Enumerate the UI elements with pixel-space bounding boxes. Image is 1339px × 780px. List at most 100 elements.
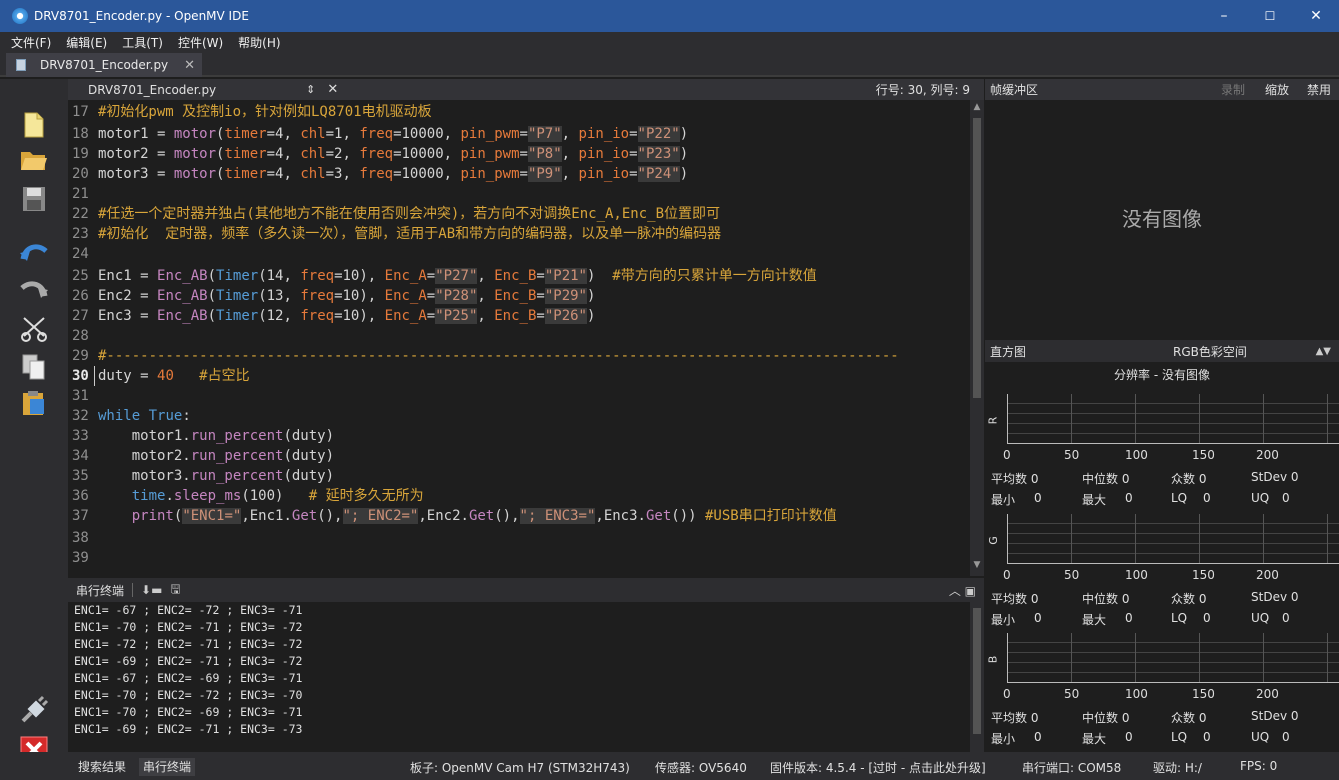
file-switch-arrows-icon[interactable]: ⇕	[306, 83, 315, 96]
stat-uq-label: UQ	[1251, 730, 1270, 744]
tab-serial-terminal[interactable]: 串行终端	[139, 758, 196, 776]
serial-terminal[interactable]: ENC1= -67 ; ENC2= -72 ; ENC3= -71 ENC1= …	[68, 602, 970, 752]
minimize-button[interactable]: –	[1201, 0, 1247, 32]
close-window-button[interactable]: ✕	[1293, 0, 1339, 32]
new-file-button[interactable]	[18, 109, 50, 141]
histogram-plot	[1007, 514, 1339, 564]
status-bar: 搜索结果 串行终端 板子: OpenMV Cam H7 (STM32H743) …	[0, 752, 1339, 780]
clear-terminal-icon[interactable]: ⬇▬	[141, 583, 162, 597]
editor-file-name[interactable]: DRV8701_Encoder.py	[88, 83, 216, 97]
terminal-header: 串行终端 ⬇▬ 🖫 ︿ ▣	[68, 578, 984, 602]
drive-info[interactable]: 驱动: H:/	[1153, 759, 1202, 776]
scissors-icon	[21, 317, 47, 342]
tick-label: 200	[1256, 687, 1279, 701]
editor-scrollbar-thumb[interactable]	[973, 118, 981, 398]
stat-min-value: 0	[1034, 491, 1042, 505]
new-file-icon	[24, 112, 44, 138]
tick-label: 200	[1256, 448, 1279, 462]
code-line: 21	[72, 186, 89, 202]
fps-counter: FPS: 0	[1240, 759, 1278, 773]
disable-button[interactable]: 禁用	[1307, 81, 1331, 98]
code-editor[interactable]: 17 #初始化pwm 及控制io，针对例如LQ8701电机驱动板 18 motor1…	[68, 100, 970, 576]
window-title: DRV8701_Encoder.py - OpenMV IDE	[34, 9, 249, 23]
title-bar: DRV8701_Encoder.py - OpenMV IDE – ☐ ✕	[0, 0, 1339, 32]
terminal-line: ENC1= -69 ; ENC2= -71 ; ENC3= -73	[74, 722, 303, 736]
framebuffer-title: 帧缓冲区	[990, 83, 1039, 97]
stat-mean: 平均数 0	[991, 711, 1039, 725]
usb-plug-icon	[21, 695, 49, 723]
menu-help[interactable]: 帮助(H)	[235, 34, 283, 51]
stat-mean: 平均数 0	[991, 472, 1039, 486]
code-line: 39	[72, 550, 89, 566]
save-button[interactable]	[18, 183, 50, 215]
save-terminal-icon[interactable]: 🖫	[170, 580, 180, 601]
code-line: 24	[72, 246, 89, 262]
serial-port-info[interactable]: 串行端口: COM58	[1022, 759, 1121, 776]
channel-label: G	[986, 536, 1000, 545]
maximize-button[interactable]: ☐	[1247, 0, 1293, 32]
stat-mode: 众数 0	[1171, 472, 1207, 486]
undo-arrow-icon	[20, 244, 48, 261]
code-line: 20 motor3 = motor(timer=4, chl=3, freq=10…	[72, 166, 689, 182]
terminal-scrollbar[interactable]	[970, 602, 984, 752]
menu-file[interactable]: 文件(F)	[8, 34, 54, 51]
document-tab-bar: DRV8701_Encoder.py ✕	[0, 53, 1339, 77]
close-document-button[interactable]: ✕	[327, 82, 338, 97]
stat-mode: 众数 0	[1171, 592, 1207, 606]
code-line: 22 #任选一个定时器并独占(其他地方不能在使用否则会冲突)，若方向不对调换Enc…	[72, 206, 720, 222]
redo-arrow-icon	[20, 281, 48, 298]
paste-button[interactable]	[18, 387, 50, 419]
tick-label: 100	[1125, 687, 1148, 701]
tick-label: 0	[1003, 568, 1011, 582]
document-tab[interactable]: DRV8701_Encoder.py ✕	[6, 53, 202, 77]
redo-button[interactable]	[18, 273, 50, 305]
zoom-button[interactable]: 缩放	[1265, 81, 1289, 98]
tick-label: 150	[1192, 448, 1215, 462]
copy-button[interactable]	[18, 351, 50, 383]
menu-tools[interactable]: 工具(T)	[119, 34, 166, 51]
no-image-label: 没有图像	[1122, 206, 1202, 231]
code-line: 35 motor3.run_percent(duty)	[72, 468, 335, 484]
code-line: 32 while True:	[72, 408, 191, 424]
stat-lq-value: 0	[1203, 491, 1211, 505]
tab-search-results[interactable]: 搜索结果	[74, 758, 130, 776]
code-line: 26 Enc2 = Enc_AB(Timer(13, freq=10), Enc_…	[72, 288, 596, 304]
code-line: 17 #初始化pwm 及控制io，针对例如LQ8701电机驱动板	[72, 104, 432, 120]
terminal-collapse-icon[interactable]: ︿ ▣	[949, 582, 976, 599]
stat-min-label: 最小	[991, 732, 1016, 746]
cursor-position: 行号: 30, 列号: 9	[875, 83, 970, 97]
menu-widgets[interactable]: 控件(W)	[175, 34, 226, 51]
editor-header: DRV8701_Encoder.py ⇕ ✕ 行号: 30, 列号: 9	[68, 79, 984, 100]
code-line: 29 #-------------------------------------…	[72, 348, 899, 364]
close-tab-button[interactable]: ✕	[184, 58, 195, 73]
colorspace-select[interactable]: RGB色彩空间	[1173, 343, 1247, 360]
document-tab-label: DRV8701_Encoder.py	[40, 58, 169, 72]
current-line-number: 30	[72, 368, 89, 384]
tick-label: 50	[1064, 448, 1080, 462]
terminal-line: ENC1= -70 ; ENC2= -72 ; ENC3= -70	[74, 688, 303, 702]
stat-max-label: 最大	[1082, 613, 1107, 627]
colorspace-dropdown-icon[interactable]: ▲▼	[1316, 346, 1331, 357]
stat-lq-label: LQ	[1171, 730, 1188, 744]
scroll-down-arrow-icon[interactable]: ▼	[970, 560, 984, 574]
open-file-button[interactable]	[18, 144, 50, 176]
histogram-channel-b: B 0 50 100 150 200 平均数 0 中位数 0 众数 0 StDe…	[985, 633, 1339, 753]
terminal-scrollbar-thumb[interactable]	[973, 608, 981, 734]
code-line: 38	[72, 530, 89, 546]
stat-uq-label: UQ	[1251, 491, 1270, 505]
code-line: 34 motor2.run_percent(duty)	[72, 448, 335, 464]
undo-button[interactable]	[18, 236, 50, 268]
firmware-upgrade-link[interactable]: 固件版本: 4.5.4 - [过时 - 点击此处升级]	[770, 759, 986, 776]
stat-stdev: StDev 0	[1251, 590, 1299, 604]
terminal-line: ENC1= -70 ; ENC2= -71 ; ENC3= -72	[74, 620, 303, 634]
editor-scrollbar[interactable]: ▲ ▼	[970, 100, 984, 576]
python-file-icon	[16, 59, 26, 71]
stat-lq-value: 0	[1203, 611, 1211, 625]
scroll-up-arrow-icon[interactable]: ▲	[970, 102, 984, 116]
tick-label: 50	[1064, 687, 1080, 701]
menu-edit[interactable]: 编辑(E)	[63, 34, 110, 51]
record-button[interactable]: 录制	[1221, 81, 1245, 98]
connect-button[interactable]	[18, 694, 50, 726]
cut-button[interactable]	[18, 312, 50, 344]
stat-mode: 众数 0	[1171, 711, 1207, 725]
